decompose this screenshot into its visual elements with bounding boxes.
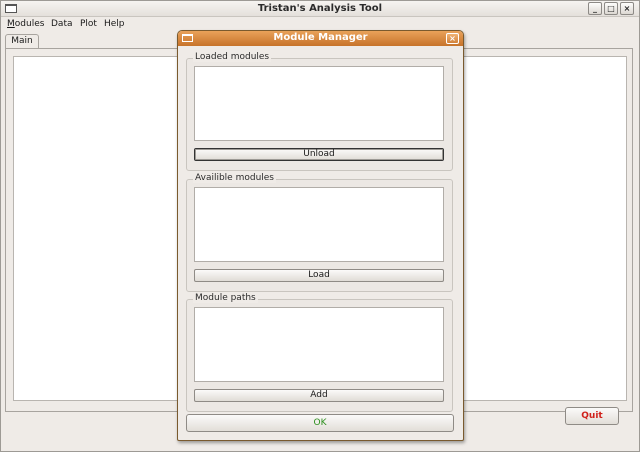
- menu-plot[interactable]: Plot: [80, 19, 97, 29]
- ok-button[interactable]: OK: [186, 414, 454, 432]
- loaded-modules-group: Loaded modules Unload: [186, 52, 453, 171]
- loaded-modules-label: Loaded modules: [193, 52, 272, 62]
- module-paths-group: Module paths Add: [186, 293, 453, 412]
- module-manager-dialog: Module Manager × Loaded modules Unload A…: [177, 30, 464, 441]
- add-button[interactable]: Add: [194, 389, 444, 402]
- menu-modules[interactable]: Modules: [7, 19, 44, 29]
- close-button[interactable]: ×: [620, 2, 634, 15]
- quit-button[interactable]: Quit: [565, 407, 619, 425]
- available-modules-group: Availible modules Load: [186, 173, 453, 292]
- loaded-modules-list[interactable]: [194, 66, 444, 141]
- menu-data[interactable]: Data: [51, 19, 73, 29]
- available-modules-label: Availible modules: [193, 173, 277, 183]
- dialog-title: Module Manager: [273, 32, 368, 43]
- dialog-close-button[interactable]: ×: [446, 33, 459, 44]
- maximize-button[interactable]: □: [604, 2, 618, 15]
- dialog-titlebar[interactable]: Module Manager ×: [178, 31, 463, 46]
- module-paths-list[interactable]: [194, 307, 444, 382]
- load-button[interactable]: Load: [194, 269, 444, 282]
- menu-help[interactable]: Help: [104, 19, 125, 29]
- window-title: Tristan's Analysis Tool: [257, 3, 383, 14]
- module-paths-label: Module paths: [193, 293, 258, 303]
- tab-main[interactable]: Main: [5, 34, 39, 49]
- available-modules-list[interactable]: [194, 187, 444, 262]
- unload-button[interactable]: Unload: [194, 148, 444, 161]
- minimize-button[interactable]: _: [588, 2, 602, 15]
- main-titlebar[interactable]: Tristan's Analysis Tool _ □ ×: [1, 1, 639, 17]
